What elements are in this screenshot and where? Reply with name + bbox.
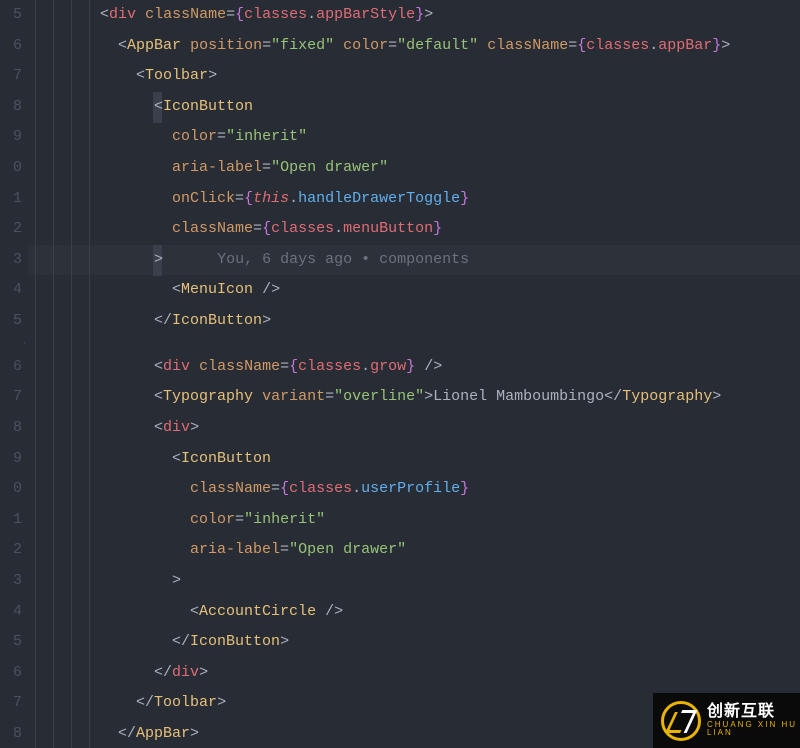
code-line[interactable]: <div className={classes.appBarStyle}> bbox=[28, 0, 800, 31]
code-line[interactable]: > You, 6 days ago • components bbox=[28, 245, 800, 276]
code-line[interactable]: <div className={classes.grow} /> bbox=[28, 352, 800, 383]
line-number: 5 bbox=[0, 0, 28, 31]
code-line[interactable]: </IconButton> bbox=[28, 306, 800, 337]
git-blame-lens: You, 6 days ago • components bbox=[217, 251, 469, 268]
line-number: 4 bbox=[0, 275, 28, 306]
watermark-title: 创新互联 bbox=[707, 703, 800, 721]
line-number: 7 bbox=[0, 61, 28, 92]
line-number-gutter: 5 6 7 8 9 0 1 2 3 4 5 · 6 7 8 9 0 1 2 3 … bbox=[0, 0, 28, 748]
watermark-logo-icon bbox=[661, 701, 701, 741]
code-line[interactable]: className={classes.userProfile} bbox=[28, 474, 800, 505]
code-line[interactable]: <Typography variant="overline">Lionel Ma… bbox=[28, 382, 800, 413]
code-line[interactable]: </div> bbox=[28, 658, 800, 689]
line-number: 1 bbox=[0, 505, 28, 536]
code-line[interactable]: aria-label="Open drawer" bbox=[28, 535, 800, 566]
fold-marker: · bbox=[0, 337, 28, 352]
line-number: 2 bbox=[0, 214, 28, 245]
code-line[interactable]: className={classes.menuButton} bbox=[28, 214, 800, 245]
line-number: 5 bbox=[0, 627, 28, 658]
line-number: 6 bbox=[0, 658, 28, 689]
code-line[interactable]: aria-label="Open drawer" bbox=[28, 153, 800, 184]
code-line[interactable]: <IconButton bbox=[28, 444, 800, 475]
line-number: 8 bbox=[0, 719, 28, 748]
code-line[interactable]: <Toolbar> bbox=[28, 61, 800, 92]
code-line[interactable]: <MenuIcon /> bbox=[28, 275, 800, 306]
line-number: 7 bbox=[0, 688, 28, 719]
line-number: 9 bbox=[0, 122, 28, 153]
code-line[interactable]: <AppBar position="fixed" color="default"… bbox=[28, 31, 800, 62]
line-number: 8 bbox=[0, 92, 28, 123]
line-number: 0 bbox=[0, 153, 28, 184]
code-line-folded bbox=[28, 337, 800, 352]
line-number: 1 bbox=[0, 184, 28, 215]
line-number: 2 bbox=[0, 535, 28, 566]
code-line[interactable]: <AccountCircle /> bbox=[28, 597, 800, 628]
code-editor[interactable]: 5 6 7 8 9 0 1 2 3 4 5 · 6 7 8 9 0 1 2 3 … bbox=[0, 0, 800, 748]
code-line[interactable]: <div> bbox=[28, 413, 800, 444]
code-line[interactable]: > bbox=[28, 566, 800, 597]
line-number: 7 bbox=[0, 382, 28, 413]
line-number: 9 bbox=[0, 444, 28, 475]
line-number: 8 bbox=[0, 413, 28, 444]
line-number: 3 bbox=[0, 245, 28, 276]
code-line[interactable]: color="inherit" bbox=[28, 122, 800, 153]
line-number: 5 bbox=[0, 306, 28, 337]
line-number: 6 bbox=[0, 31, 28, 62]
code-line[interactable]: </IconButton> bbox=[28, 627, 800, 658]
code-line[interactable]: color="inherit" bbox=[28, 505, 800, 536]
code-line[interactable]: onClick={this.handleDrawerToggle} bbox=[28, 184, 800, 215]
line-number: 6 bbox=[0, 352, 28, 383]
watermark-badge: 创新互联 CHUANG XIN HU LIAN bbox=[653, 693, 800, 748]
line-number: 4 bbox=[0, 597, 28, 628]
code-area[interactable]: <div className={classes.appBarStyle}> <A… bbox=[28, 0, 800, 748]
code-line[interactable]: <IconButton bbox=[28, 92, 800, 123]
watermark-subtitle: CHUANG XIN HU LIAN bbox=[707, 721, 800, 739]
line-number: 0 bbox=[0, 474, 28, 505]
line-number: 3 bbox=[0, 566, 28, 597]
